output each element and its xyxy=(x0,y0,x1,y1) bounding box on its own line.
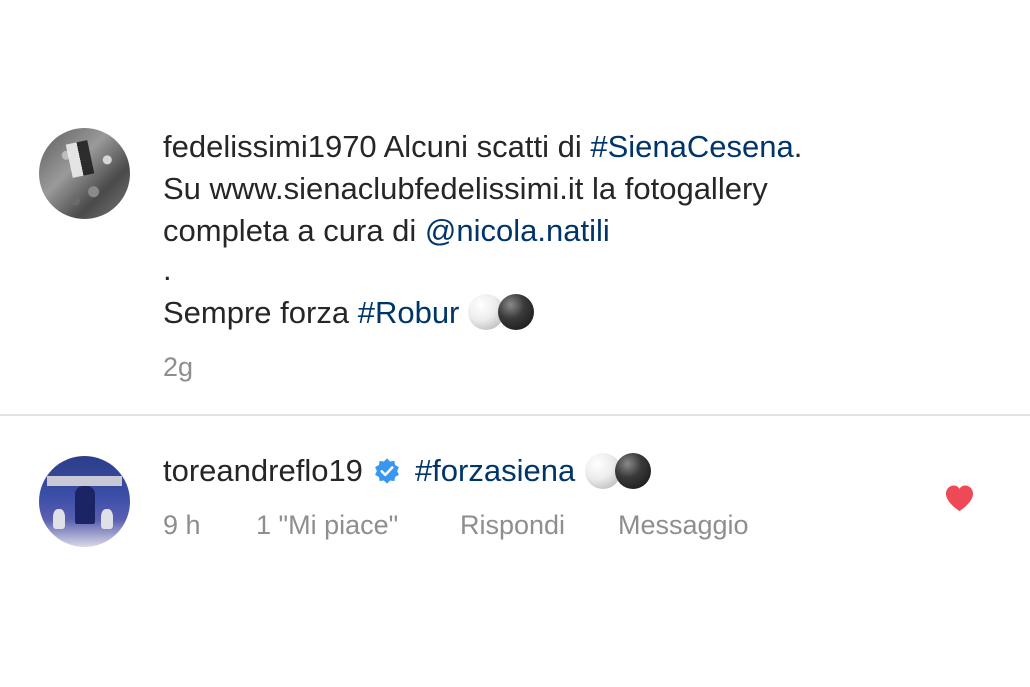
caption-line-2: Su www.sienaclubfedelissimi.it la fotoga… xyxy=(163,168,983,210)
hashtag-link[interactable]: #SienaCesena xyxy=(590,129,793,164)
avatar-flag-graphic xyxy=(65,140,95,178)
caption-line-5: Sempre forza #Robur xyxy=(163,292,983,334)
mention-link[interactable]: @nicola.natili xyxy=(425,213,610,248)
avatar-trophy-graphic xyxy=(101,509,113,529)
hashtag-link[interactable]: #forzasiena xyxy=(415,450,575,492)
caption-line-3: completa a cura di @nicola.natili xyxy=(163,210,983,252)
caption-text: Sempre forza xyxy=(163,295,358,330)
caption-line-4: . xyxy=(163,252,983,292)
black-circle-icon xyxy=(498,294,535,330)
avatar-banner-graphic xyxy=(47,476,122,486)
avatar-trophy-graphic xyxy=(53,509,65,529)
caption-text: . xyxy=(793,129,803,164)
hashtag-link[interactable]: #Robur xyxy=(358,295,460,330)
caption-text: . xyxy=(163,252,172,287)
reply-button[interactable]: Rispondi xyxy=(460,510,565,541)
message-button[interactable]: Messaggio xyxy=(618,510,749,541)
commenter-avatar[interactable] xyxy=(39,456,130,547)
commenter-username[interactable]: toreandreflo19 xyxy=(163,450,363,492)
post-timestamp: 2g xyxy=(163,352,194,382)
heart-icon[interactable] xyxy=(944,484,975,512)
caption-line-1: fedelissimi1970 Alcuni scatti di #SienaC… xyxy=(163,126,983,168)
avatar-person-graphic xyxy=(75,486,95,524)
comment-body: toreandreflo19 #forzasiena xyxy=(163,450,652,492)
verified-badge-icon xyxy=(375,458,399,484)
post-author-avatar[interactable] xyxy=(39,128,130,219)
comment-timestamp: 9 h xyxy=(163,510,201,540)
caption-text: Alcuni scatti di xyxy=(376,129,591,164)
likes-count-link[interactable]: 1 "Mi piace" xyxy=(256,510,398,541)
black-circle-icon xyxy=(615,453,652,489)
divider xyxy=(0,414,1030,416)
caption-text: Su www.sienaclubfedelissimi.it la fotoga… xyxy=(163,171,768,206)
caption-text: completa a cura di xyxy=(163,213,425,248)
post-caption: fedelissimi1970 Alcuni scatti di #SienaC… xyxy=(163,126,983,334)
post-author-username[interactable]: fedelissimi1970 xyxy=(163,129,377,164)
